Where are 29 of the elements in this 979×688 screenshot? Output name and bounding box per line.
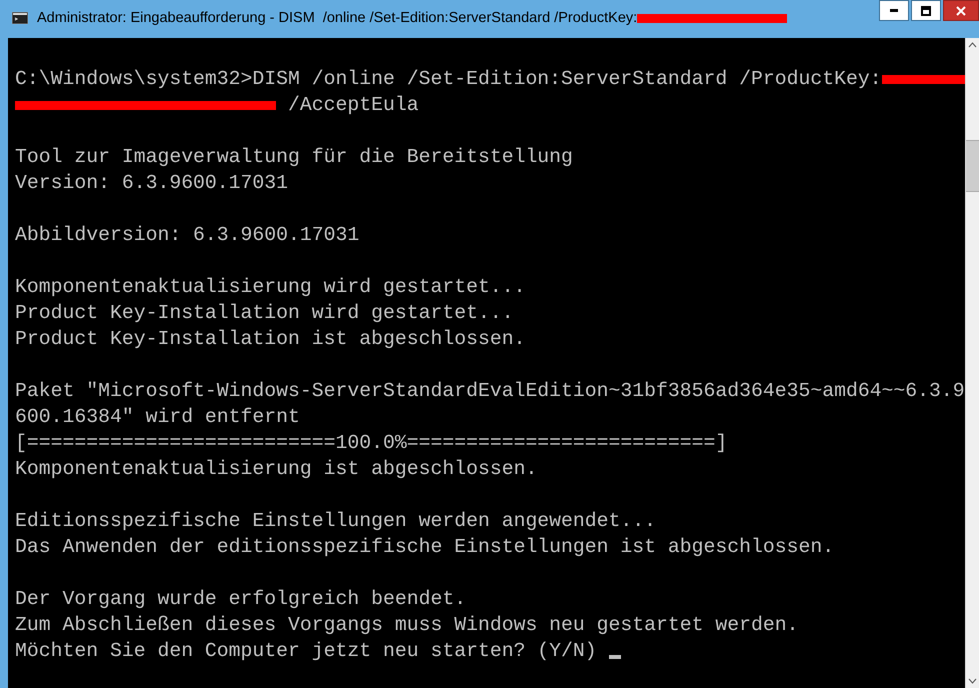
- console-text: Product Key-Installation wird gestartet...: [15, 301, 514, 326]
- console-text: Zum Abschließen dieses Vorgangs muss Windows neu gestartet werden.: [15, 613, 798, 638]
- scrollbar-thumb[interactable]: [966, 140, 979, 192]
- console-text: [==========================100.0%==========================]: [15, 431, 728, 456]
- console-text: C:\Windows\system32>DISM /online /Set-Edition:ServerStandard /ProductKey:: [15, 67, 882, 92]
- window-title: Administrator: Eingabeaufforderung - DISM /online /Set-Edition:ServerStandard /ProductKey:: [37, 10, 638, 26]
- console-text: Tool zur Imageverwaltung für die Bereitstellung: [15, 145, 573, 170]
- maximize-button[interactable]: [911, 0, 941, 21]
- minimize-button[interactable]: [879, 0, 909, 21]
- console-text: /AcceptEula: [287, 93, 419, 118]
- scroll-up-icon[interactable]: [968, 42, 977, 48]
- console-text: 600.16384" wird entfernt: [15, 405, 300, 430]
- console-text: Komponentenaktualisierung ist abgeschlossen.: [15, 457, 538, 482]
- console-text: Editionsspezifische Einstellungen werden angewendet...: [15, 509, 656, 534]
- scroll-down-icon[interactable]: [968, 678, 977, 684]
- maximize-icon: [921, 6, 931, 16]
- console-icon: [12, 12, 28, 24]
- console-text: Abbildversion: 6.3.9600.17031: [15, 223, 360, 248]
- console-text: Möchten Sie den Computer jetzt neu starten? (Y/N): [15, 639, 598, 664]
- close-icon: [955, 4, 967, 16]
- close-button[interactable]: [943, 0, 979, 21]
- console-text: Version: 6.3.9600.17031: [15, 171, 288, 196]
- console-text: Komponentenaktualisierung wird gestartet...: [15, 275, 526, 300]
- scrollbar[interactable]: [965, 38, 979, 688]
- minimize-icon: [890, 9, 898, 12]
- console-text: Das Anwenden der editionsspezifische Einstellungen ist abgeschlossen.: [15, 535, 834, 560]
- console-text: Paket "Microsoft-Windows-ServerStandardEvalEdition~31bf3856ad364e35~amd64~~6.3.9: [15, 379, 965, 404]
- console-text: Product Key-Installation ist abgeschlossen.: [15, 327, 526, 352]
- console-text: Der Vorgang wurde erfolgreich beendet.: [15, 587, 466, 612]
